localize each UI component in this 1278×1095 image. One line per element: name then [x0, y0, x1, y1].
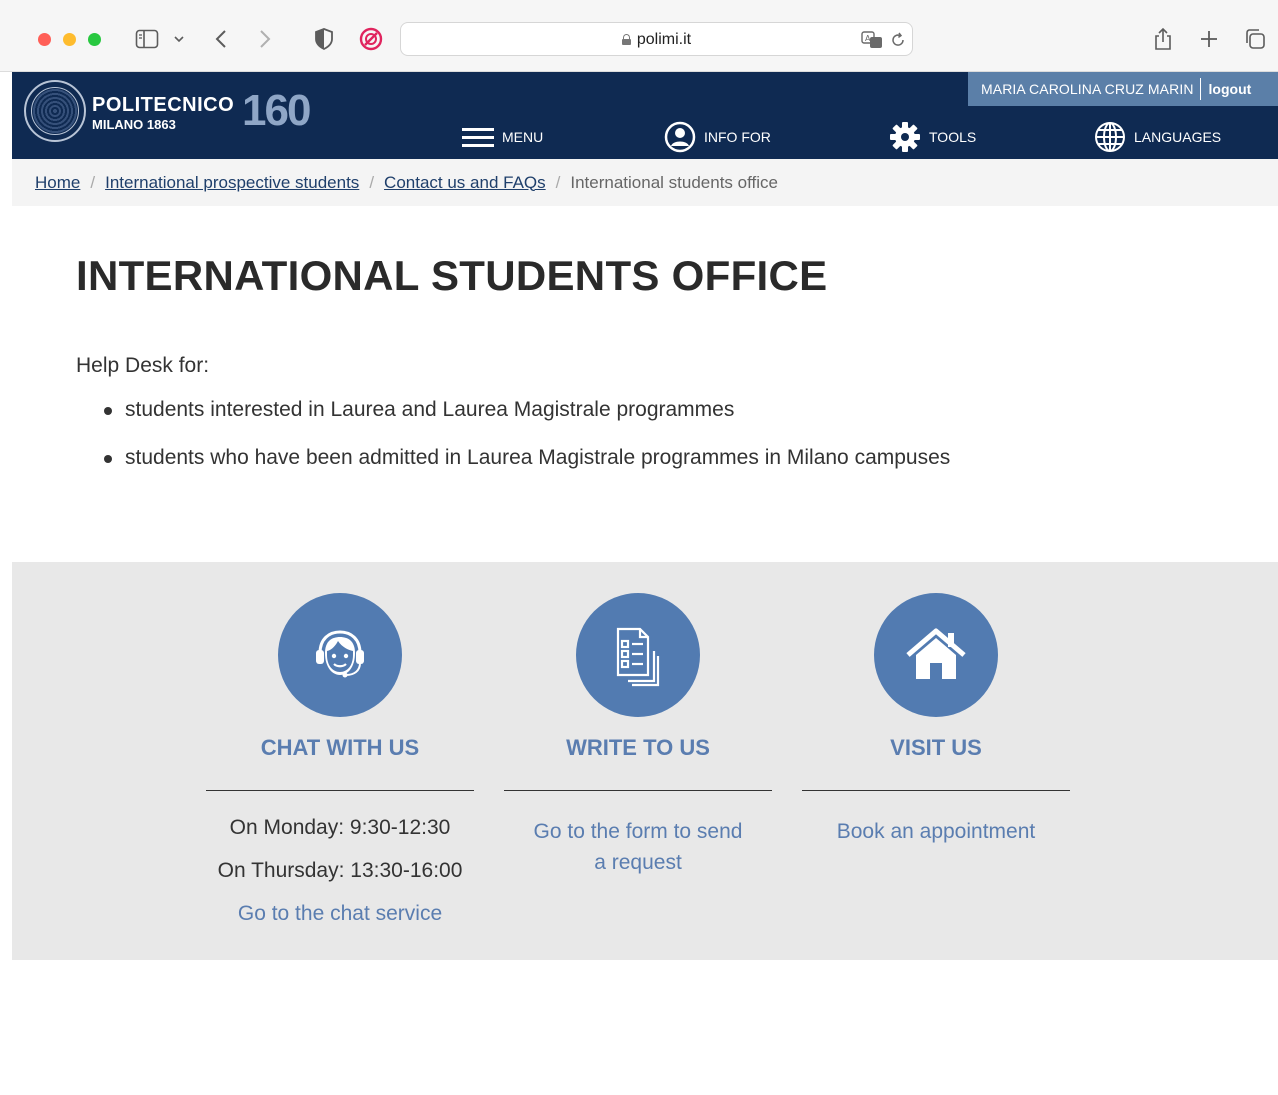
- shield-icon[interactable]: [312, 26, 336, 52]
- nav-info-for[interactable]: INFO FOR: [664, 120, 771, 154]
- visit-divider: [802, 790, 1070, 791]
- chat-title: CHAT WITH US: [260, 735, 420, 760]
- browser-toolbar: polimi.it A: [0, 0, 1278, 72]
- tab-overview-icon[interactable]: [1242, 26, 1268, 52]
- breadcrumb-separator: /: [90, 172, 96, 192]
- brand-name[interactable]: POLITECNICO: [92, 94, 234, 117]
- visit-title: VISIT US: [890, 735, 982, 760]
- breadcrumb-current: International students office: [570, 172, 778, 192]
- lock-icon: [621, 34, 631, 45]
- url-text: polimi.it: [636, 31, 692, 48]
- nav-menu[interactable]: MENU: [462, 120, 543, 154]
- share-icon[interactable]: [1150, 26, 1176, 52]
- nav-languages[interactable]: LANGUAGES: [1094, 120, 1221, 154]
- help-desk-list: students interested in Laurea and Laurea…: [104, 396, 950, 492]
- hamburger-icon: [462, 126, 494, 148]
- nav-tools[interactable]: TOOLS: [889, 120, 976, 154]
- request-form-link[interactable]: Go to the form to send a request: [504, 816, 772, 878]
- address-bar[interactable]: polimi.it A: [400, 22, 913, 56]
- nav-info-for-label: INFO FOR: [704, 129, 771, 145]
- contact-options: CHAT WITH US On Monday: 9:30-12:30 On Th…: [12, 562, 1278, 960]
- chat-hours-monday: On Monday: 9:30-12:30: [229, 816, 451, 839]
- gear-icon: [889, 121, 921, 153]
- window-minimize-button[interactable]: [63, 33, 76, 46]
- new-tab-icon[interactable]: [1196, 26, 1222, 52]
- svg-text:A: A: [865, 34, 871, 43]
- breadcrumb-contact-us-faqs[interactable]: Contact us and FAQs: [384, 173, 546, 193]
- write-title: WRITE TO US: [566, 735, 710, 760]
- breadcrumb: Home / International prospective student…: [12, 159, 1278, 206]
- chevron-down-icon[interactable]: [170, 26, 188, 52]
- chat-service-link[interactable]: Go to the chat service: [206, 898, 474, 929]
- request-form-link-line-1: Go to the form to send: [533, 820, 743, 843]
- write-divider: [504, 790, 772, 791]
- list-item: students who have been admitted in Laure…: [104, 444, 950, 492]
- request-form-link-line-2: a request: [594, 851, 682, 874]
- breadcrumb-home[interactable]: Home: [35, 173, 80, 193]
- breadcrumb-separator: /: [555, 172, 561, 192]
- window-close-button[interactable]: [38, 33, 51, 46]
- house-icon[interactable]: [874, 593, 998, 717]
- site-header: POLITECNICO MILANO 1863 160 MARIA CAROLI…: [12, 72, 1278, 159]
- user-bar: MARIA CAROLINA CRUZ MARIN logout: [968, 72, 1278, 106]
- breadcrumb-international-prospective-students[interactable]: International prospective students: [105, 173, 359, 193]
- user-circle-icon: [664, 121, 696, 153]
- brand-subtitle: MILANO 1863: [92, 117, 176, 132]
- reload-icon[interactable]: [888, 27, 908, 53]
- breadcrumb-separator: /: [369, 172, 375, 192]
- list-item: students interested in Laurea and Laurea…: [104, 396, 950, 444]
- back-icon[interactable]: [210, 26, 232, 52]
- globe-icon: [1094, 121, 1126, 153]
- anniversary-logo: 160: [242, 86, 311, 135]
- blocker-icon[interactable]: [358, 26, 384, 52]
- headset-icon[interactable]: [278, 593, 402, 717]
- nav-tools-label: TOOLS: [929, 129, 977, 145]
- help-desk-intro: Help Desk for:: [76, 354, 210, 377]
- chat-divider: [206, 790, 474, 791]
- forward-icon[interactable]: [254, 26, 276, 52]
- sidebar-toggle-icon[interactable]: [133, 26, 161, 52]
- nav-languages-label: LANGUAGES: [1134, 129, 1222, 145]
- logout-link[interactable]: logout: [1201, 81, 1252, 97]
- page-title: INTERNATIONAL STUDENTS OFFICE: [76, 252, 828, 299]
- window-zoom-button[interactable]: [88, 33, 101, 46]
- user-name: MARIA CAROLINA CRUZ MARIN: [981, 81, 1194, 97]
- book-appointment-link[interactable]: Book an appointment: [802, 816, 1070, 847]
- chat-hours-thursday: On Thursday: 13:30-16:00: [217, 859, 463, 882]
- form-document-icon[interactable]: [576, 593, 700, 717]
- university-seal-logo[interactable]: [24, 80, 86, 142]
- nav-menu-label: MENU: [502, 129, 544, 145]
- translate-icon[interactable]: A: [859, 27, 885, 53]
